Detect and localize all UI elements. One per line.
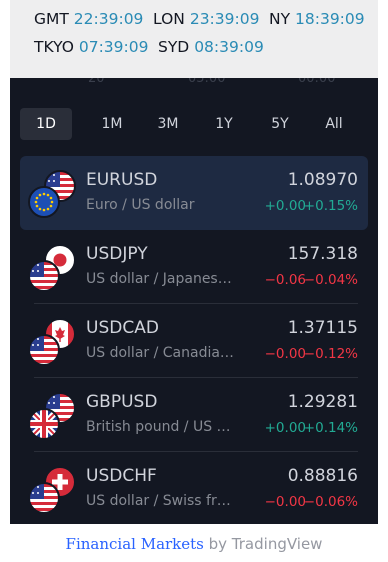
gb-flag-icon <box>28 408 60 440</box>
symbol-change-percent: −0.06% <box>303 494 358 510</box>
clock-gmt: GMT 22:39:09 <box>34 10 143 28</box>
chart-axis-label: 00:00 <box>298 78 336 86</box>
widget-footer: Financial Markets by TradingView <box>0 535 388 553</box>
clock-label: LON <box>153 10 185 28</box>
symbol-ticker: USDCHF <box>86 466 157 486</box>
symbol-row-eurusd[interactable]: EURUSD Euro / US dollar 1.08970 +0.00 +0… <box>20 156 368 230</box>
currency-pair-flags <box>28 318 76 366</box>
tab-5y[interactable]: 5Y <box>254 108 306 140</box>
symbol-row-usdchf[interactable]: USDCHF US dollar / Swiss fr… 0.88816 −0.… <box>20 452 368 524</box>
symbol-ticker: USDJPY <box>86 244 148 264</box>
symbol-change-percent: −0.04% <box>303 272 358 288</box>
symbol-price: 157.318 <box>287 244 358 264</box>
clock-lon: LON 23:39:09 <box>153 10 259 28</box>
symbol-change-percent: +0.14% <box>303 420 358 436</box>
us-flag-icon <box>28 260 60 292</box>
us-flag-icon <box>28 482 60 514</box>
clock-time: 07:39:09 <box>78 38 149 56</box>
clock-time: 18:39:09 <box>295 10 365 28</box>
clock-label: TKYO <box>34 38 74 56</box>
symbol-price: 0.88816 <box>287 466 358 486</box>
clock-time: 22:39:09 <box>73 10 144 28</box>
tradingview-credit: by TradingView <box>203 535 323 553</box>
currency-pair-flags <box>28 392 76 440</box>
clock-label: GMT <box>34 10 69 28</box>
tab-1m[interactable]: 1M <box>86 108 138 140</box>
symbol-change: −0.00 <box>264 346 306 362</box>
symbol-change: +0.00 <box>264 198 306 214</box>
clock-syd: SYD 08:39:09 <box>158 38 264 56</box>
symbol-description: US dollar / Swiss fr… <box>86 493 231 509</box>
tab-3m[interactable]: 3M <box>142 108 194 140</box>
symbol-price: 1.08970 <box>287 170 358 190</box>
currency-pair-flags <box>28 170 76 218</box>
currency-pair-flags <box>28 466 76 514</box>
currency-pair-flags <box>28 244 76 292</box>
symbol-change: −0.06 <box>264 272 306 288</box>
clock-tkyo: TKYO 07:39:09 <box>34 38 148 56</box>
symbol-description: US dollar / Japanes… <box>86 271 232 287</box>
symbol-description: US dollar / Canadia… <box>86 345 234 361</box>
clock-time: 08:39:09 <box>194 38 264 56</box>
symbol-change: −0.00 <box>264 494 306 510</box>
symbol-description: British pound / US … <box>86 419 231 435</box>
symbol-price: 1.37115 <box>287 318 358 338</box>
clock-label: NY <box>269 10 291 28</box>
tab-all[interactable]: All <box>308 108 360 140</box>
clock-label: SYD <box>158 38 190 56</box>
symbol-price: 1.29281 <box>287 392 358 412</box>
symbol-change-percent: −0.12% <box>303 346 358 362</box>
world-clocks-bar: GMT 22:39:09 LON 23:39:09 NY 18:39:09 TK… <box>10 0 378 78</box>
symbol-description: Euro / US dollar <box>86 197 195 213</box>
symbol-ticker: EURUSD <box>86 170 158 190</box>
eu-flag-icon <box>28 186 60 218</box>
financial-markets-link[interactable]: Financial Markets <box>66 535 204 553</box>
symbol-change: +0.00 <box>264 420 306 436</box>
symbol-change-percent: +0.15% <box>303 198 358 214</box>
chart-axis-label: 20 <box>88 78 105 86</box>
clock-ny: NY 18:39:09 <box>269 10 365 28</box>
tab-1d[interactable]: 1D <box>20 108 72 140</box>
market-overview-widget: 20 05:00 00:00 1D 1M 3M 1Y 5Y All EURUSD… <box>10 78 378 524</box>
symbol-row-usdcad[interactable]: USDCAD US dollar / Canadia… 1.37115 −0.0… <box>20 304 368 378</box>
clock-time: 23:39:09 <box>189 10 260 28</box>
symbol-row-gbpusd[interactable]: GBPUSD British pound / US … 1.29281 +0.0… <box>20 378 368 452</box>
symbol-row-usdjpy[interactable]: USDJPY US dollar / Japanes… 157.318 −0.0… <box>20 230 368 304</box>
tab-1y[interactable]: 1Y <box>198 108 250 140</box>
us-flag-icon <box>28 334 60 366</box>
symbol-ticker: USDCAD <box>86 318 159 338</box>
symbol-ticker: GBPUSD <box>86 392 158 412</box>
chart-axis-label: 05:00 <box>188 78 226 86</box>
period-tabs: 1D 1M 3M 1Y 5Y All <box>20 108 368 140</box>
